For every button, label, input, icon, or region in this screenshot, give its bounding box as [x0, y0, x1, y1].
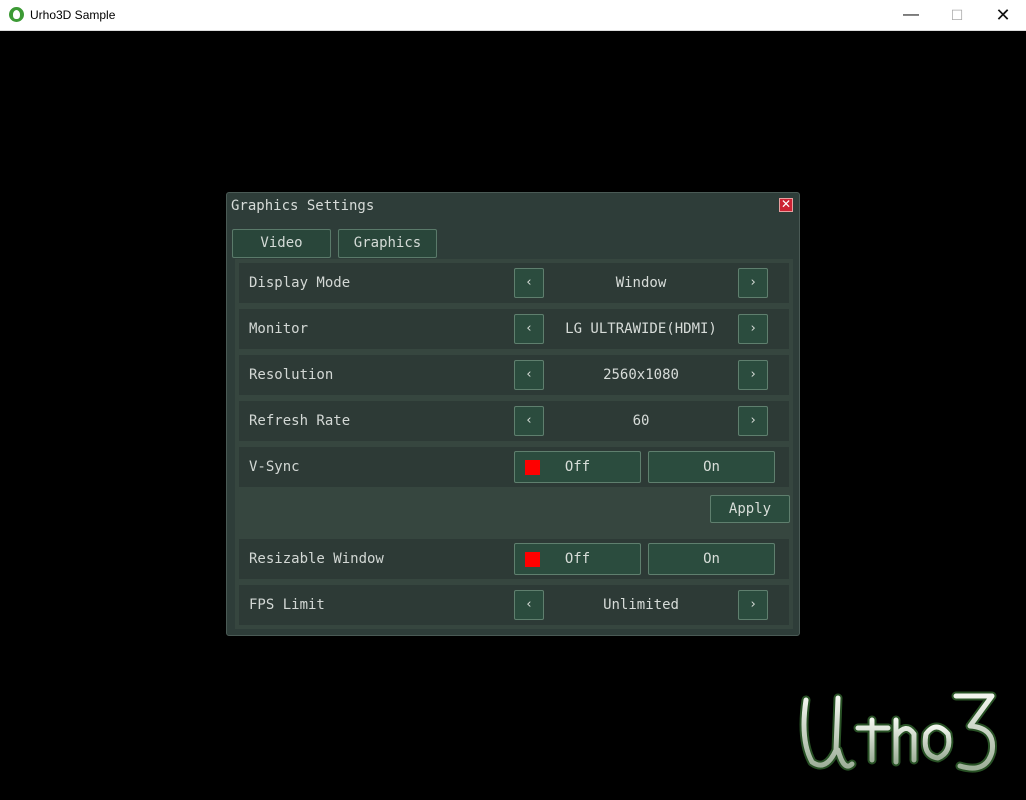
window-titlebar: Urho3D Sample — ☐ ✕ — [0, 0, 1026, 31]
fps-limit-value: Unlimited — [603, 597, 679, 613]
display-mode-value: Window — [615, 275, 667, 291]
row-vsync: V-Sync Off On — [239, 447, 789, 487]
row-fps-limit: FPS Limit ‹ Unlimited › — [239, 585, 789, 625]
row-refresh-rate: Refresh Rate ‹ 60 › — [239, 401, 789, 441]
dialog-close-icon[interactable]: ✕ — [779, 198, 793, 212]
refresh-rate-next-button[interactable]: › — [738, 406, 768, 436]
maximize-icon[interactable]: ☐ — [934, 0, 980, 30]
tab-video[interactable]: Video — [232, 229, 331, 258]
resolution-value: 2560x1080 — [603, 367, 679, 383]
monitor-label: Monitor — [249, 321, 309, 337]
vsync-off-label: Off — [564, 459, 591, 475]
vsync-on-button[interactable]: On — [648, 451, 775, 483]
monitor-next-button[interactable]: › — [738, 314, 768, 344]
app-icon — [9, 7, 24, 22]
resolution-label: Resolution — [249, 367, 334, 383]
minimize-icon[interactable]: — — [888, 0, 934, 30]
apply-button[interactable]: Apply — [710, 495, 790, 523]
refresh-rate-label: Refresh Rate — [249, 413, 351, 429]
refresh-rate-prev-button[interactable]: ‹ — [514, 406, 544, 436]
resizable-off-label: Off — [564, 551, 591, 567]
tab-graphics[interactable]: Graphics — [338, 229, 437, 258]
vsync-selected-indicator — [525, 460, 540, 475]
resizable-window-label: Resizable Window — [249, 551, 384, 567]
fps-limit-label: FPS Limit — [249, 597, 325, 613]
resizable-on-button[interactable]: On — [648, 543, 775, 575]
monitor-prev-button[interactable]: ‹ — [514, 314, 544, 344]
row-resizable-window: Resizable Window Off On — [239, 539, 789, 579]
display-mode-next-button[interactable]: › — [738, 268, 768, 298]
close-window-icon[interactable]: ✕ — [980, 0, 1026, 30]
urho3d-logo — [799, 691, 998, 773]
monitor-value: LG ULTRAWIDE(HDMI) — [565, 321, 717, 337]
fps-limit-next-button[interactable]: › — [738, 590, 768, 620]
row-display-mode: Display Mode ‹ Window › — [239, 263, 789, 303]
settings-panel: Display Mode ‹ Window › Monitor ‹ LG ULT… — [235, 259, 793, 629]
window-title: Urho3D Sample — [30, 8, 116, 22]
vsync-off-button[interactable]: Off — [514, 451, 641, 483]
resolution-prev-button[interactable]: ‹ — [514, 360, 544, 390]
graphics-settings-dialog: Graphics Settings ✕ Video Graphics Displ… — [226, 192, 800, 636]
display-mode-label: Display Mode — [249, 275, 351, 291]
row-monitor: Monitor ‹ LG ULTRAWIDE(HDMI) › — [239, 309, 789, 349]
fps-limit-prev-button[interactable]: ‹ — [514, 590, 544, 620]
display-mode-prev-button[interactable]: ‹ — [514, 268, 544, 298]
dialog-title: Graphics Settings — [231, 198, 375, 214]
vsync-label: V-Sync — [249, 459, 300, 475]
resizable-off-button[interactable]: Off — [514, 543, 641, 575]
refresh-rate-value: 60 — [632, 413, 650, 429]
row-resolution: Resolution ‹ 2560x1080 › — [239, 355, 789, 395]
resizable-selected-indicator — [525, 552, 540, 567]
resolution-next-button[interactable]: › — [738, 360, 768, 390]
